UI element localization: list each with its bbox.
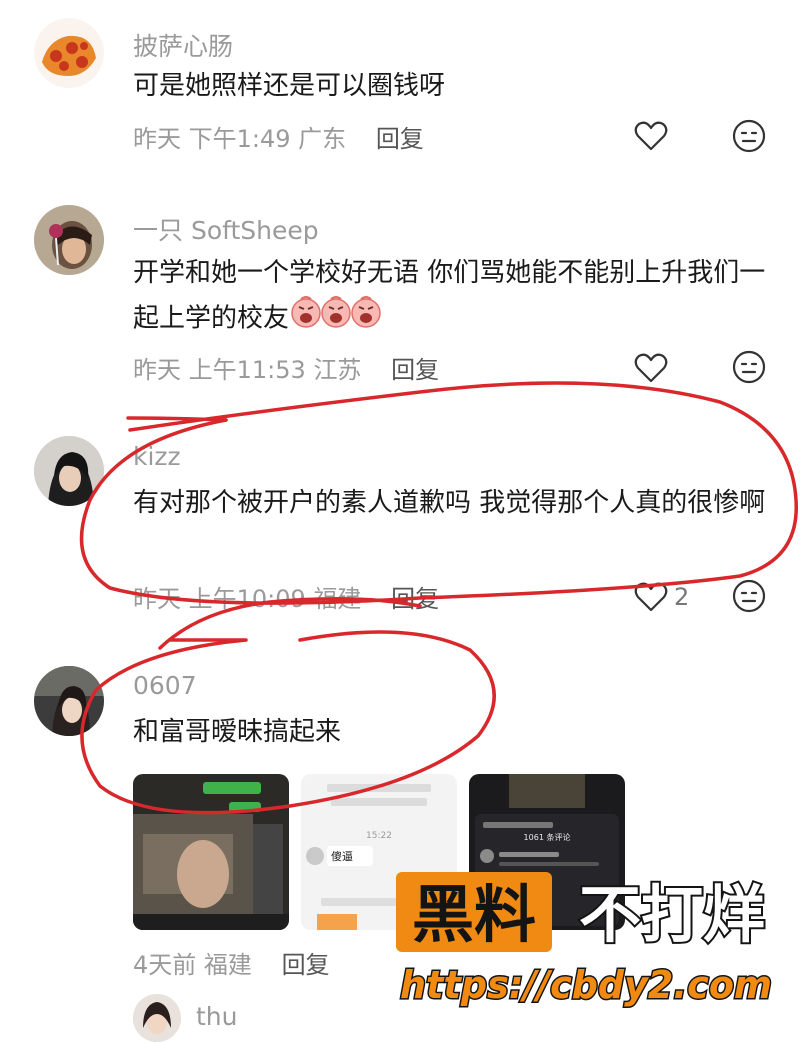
comment-text: 和富哥暧昧搞起来 bbox=[133, 717, 342, 747]
heart-icon bbox=[634, 582, 668, 612]
chat-name: 傻逼 bbox=[331, 850, 353, 863]
comment-time: 4天前 bbox=[133, 951, 197, 979]
avatar[interactable] bbox=[34, 666, 104, 736]
comment-time: 昨天 下午1:49 bbox=[133, 125, 291, 153]
watermark-brand-b: 不打烊 bbox=[579, 878, 765, 951]
like-button[interactable] bbox=[634, 350, 670, 386]
heart-icon bbox=[634, 353, 668, 383]
watermark-url: https://cbdy2.com bbox=[400, 963, 772, 1007]
avatar[interactable] bbox=[34, 436, 104, 506]
comment-meta: 昨天 上午10:09 福建 回复 bbox=[133, 579, 439, 614]
heart-icon bbox=[634, 121, 668, 151]
like-button[interactable] bbox=[634, 118, 670, 154]
comment-text: 可是她照样还是可以圈钱呀 bbox=[133, 71, 446, 101]
reply-button[interactable]: 回复 bbox=[391, 585, 439, 613]
comment-time: 昨天 上午11:53 bbox=[133, 356, 306, 384]
like-button[interactable]: 2 bbox=[634, 579, 704, 615]
reply-button[interactable]: 回复 bbox=[391, 356, 439, 384]
emoji-icon bbox=[732, 579, 766, 613]
watermark: 黑料 不打烊 https://cbdy2.com bbox=[380, 868, 800, 1009]
comment-text: 有对那个被开户的素人道歉吗 我觉得那个人真的很惨啊 bbox=[133, 488, 766, 518]
emoji-reaction-button[interactable] bbox=[732, 579, 766, 613]
comment-location: 广东 bbox=[298, 125, 347, 153]
comment-image-1[interactable] bbox=[133, 774, 289, 930]
reply-button[interactable]: 回复 bbox=[282, 951, 330, 979]
watermark-brand-a: 黑料 bbox=[412, 878, 536, 951]
comment-time: 昨天 上午10:09 bbox=[133, 585, 306, 613]
like-count: 2 bbox=[674, 583, 690, 611]
comments-count: 1061 条评论 bbox=[524, 832, 571, 842]
chat-time: 15:22 bbox=[366, 831, 392, 841]
username[interactable]: thu bbox=[196, 1002, 238, 1031]
comment-text-body: 开学和她一个学校好无语 你们骂她能不能别上升我们一起上学的校友 bbox=[133, 258, 766, 334]
comment-location: 福建 bbox=[203, 951, 252, 979]
emoji-icon bbox=[732, 119, 766, 153]
username[interactable]: 披萨心肠 bbox=[133, 27, 233, 63]
crying-emoji bbox=[291, 296, 381, 328]
comment-text: 开学和她一个学校好无语 你们骂她能不能别上升我们一起上学的校友 bbox=[133, 251, 773, 343]
emoji-reaction-button[interactable] bbox=[732, 119, 766, 153]
comment-meta: 昨天 下午1:49 广东 回复 bbox=[133, 119, 424, 154]
comment-location: 江苏 bbox=[313, 356, 362, 384]
emoji-reaction-button[interactable] bbox=[732, 350, 766, 384]
username[interactable]: kizz bbox=[133, 442, 181, 471]
avatar[interactable] bbox=[133, 994, 181, 1042]
username[interactable]: 0607 bbox=[133, 671, 197, 700]
avatar[interactable] bbox=[34, 18, 104, 88]
comment-meta: 4天前 福建 回复 bbox=[133, 945, 330, 980]
emoji-icon bbox=[732, 350, 766, 384]
avatar[interactable] bbox=[34, 205, 104, 275]
comment-location: 福建 bbox=[313, 585, 362, 613]
comment-meta: 昨天 上午11:53 江苏 回复 bbox=[133, 350, 439, 385]
crying-emoji-group bbox=[291, 295, 381, 343]
reply-button[interactable]: 回复 bbox=[376, 125, 424, 153]
username[interactable]: 一只 SoftSheep bbox=[133, 211, 319, 247]
